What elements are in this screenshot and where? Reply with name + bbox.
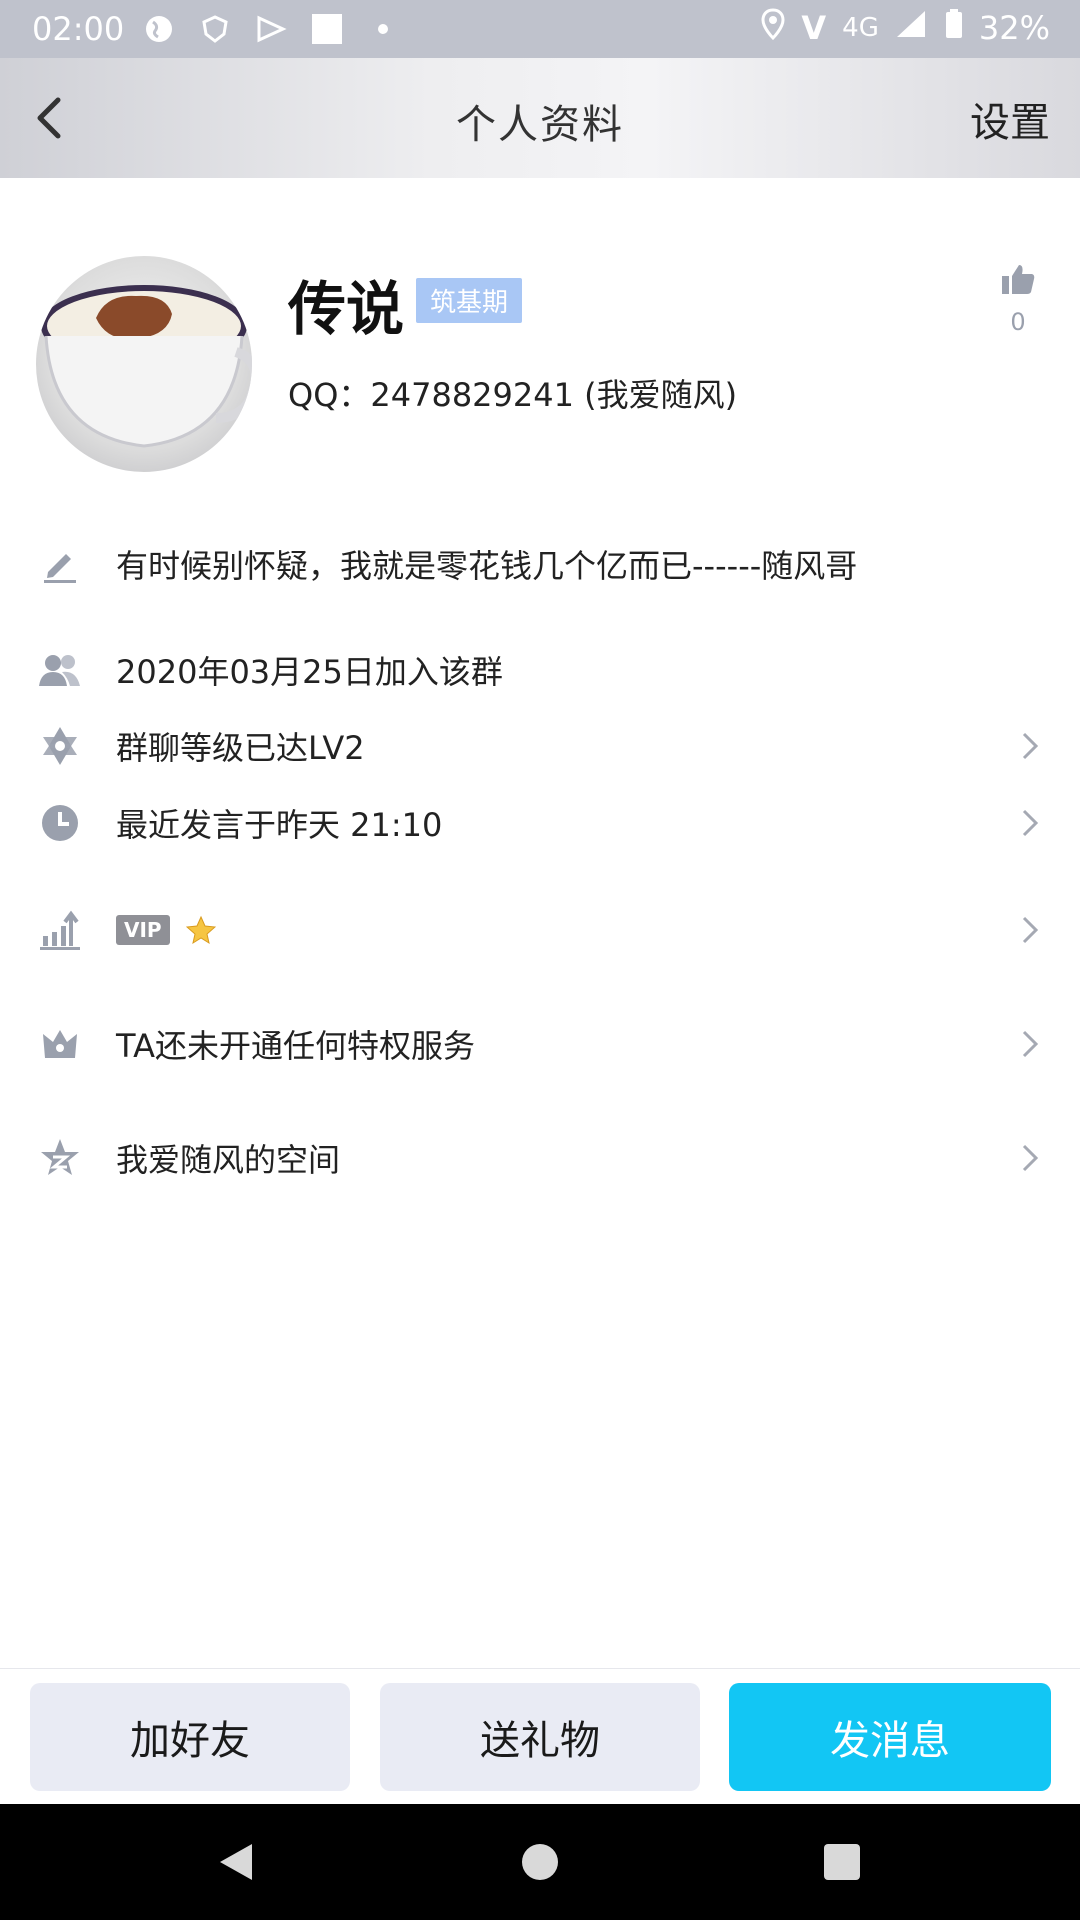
- group-level-row[interactable]: 群聊等级已达LV2: [0, 714, 1080, 778]
- send-message-button[interactable]: 发消息: [729, 1683, 1051, 1791]
- profile-name: 传说: [288, 275, 405, 343]
- signature-row: 有时候别怀疑，我就是零花钱几个亿而已------随风哥: [0, 532, 1080, 596]
- vip-tag: VIP: [116, 915, 170, 945]
- crown-icon: [38, 1022, 82, 1066]
- chevron-right-icon: [1022, 1030, 1039, 1058]
- joined-text: 2020年03月25日加入该群: [116, 653, 503, 691]
- clock-icon: [38, 801, 82, 845]
- add-friend-button[interactable]: 加好友: [30, 1683, 350, 1791]
- action-bar: 加好友 送礼物 发消息: [0, 1668, 1080, 1805]
- qzone-star-icon: [38, 1136, 82, 1180]
- avatar[interactable]: [36, 256, 252, 472]
- shield-icon: [198, 12, 232, 46]
- nav-recents-icon[interactable]: [820, 1840, 864, 1884]
- like-count: 0: [1010, 308, 1026, 336]
- battery-level: 32%: [978, 9, 1050, 47]
- avatar-coffee-cup-image: [41, 285, 252, 448]
- globe-icon: [142, 12, 176, 46]
- volte-icon: V: [801, 9, 827, 47]
- thumbs-up-icon: [1002, 265, 1035, 294]
- network-type: 4G: [842, 13, 879, 43]
- vip-badges: VIP: [116, 915, 216, 945]
- edit-icon: [38, 542, 82, 586]
- send-gift-button[interactable]: 送礼物: [380, 1683, 700, 1791]
- group-level-text: 群聊等级已达LV2: [116, 729, 365, 767]
- chevron-right-icon: [1022, 1144, 1039, 1172]
- page-title: 个人资料: [456, 102, 624, 148]
- last-speak-text: 最近发言于昨天 21:10: [116, 806, 443, 844]
- qq-number: QQ：2478829241 (我爱随风): [288, 376, 738, 414]
- battery-icon: [945, 9, 963, 47]
- header: 个人资料 设置: [0, 58, 1080, 178]
- growth-chart-icon: [38, 908, 82, 952]
- signature-text: 有时候别怀疑，我就是零花钱几个亿而已------随风哥: [116, 547, 858, 585]
- status-bar: 02:00 V 4G 32%: [0, 0, 1080, 58]
- system-nav-bar: [0, 1804, 1080, 1920]
- members-icon: [38, 648, 82, 692]
- privilege-row[interactable]: TA还未开通任何特权服务: [0, 1012, 1080, 1076]
- like-button[interactable]: 0: [996, 262, 1040, 336]
- nav-back-icon[interactable]: [214, 1840, 258, 1884]
- location-icon: [761, 8, 785, 48]
- status-icons-right: V 4G 32%: [761, 8, 1050, 48]
- level-badge[interactable]: 筑基期: [416, 278, 523, 323]
- play-icon: [254, 12, 288, 46]
- status-icons-left: [142, 12, 400, 46]
- status-time: 02:00: [32, 10, 125, 48]
- nav-home-icon[interactable]: [518, 1840, 562, 1884]
- chevron-right-icon: [1022, 916, 1039, 944]
- dot-icon: [366, 12, 400, 46]
- qzone-row[interactable]: 我爱随风的空间: [0, 1126, 1080, 1190]
- joined-row: 2020年03月25日加入该群: [0, 638, 1080, 702]
- star-of-david-icon: [38, 724, 82, 768]
- chevron-right-icon: [1022, 809, 1039, 837]
- privilege-text: TA还未开通任何特权服务: [116, 1027, 475, 1065]
- star-icon: [185, 915, 216, 945]
- vip-row[interactable]: VIP: [0, 898, 1080, 962]
- chevron-right-icon: [1022, 732, 1039, 760]
- square-icon: [310, 12, 344, 46]
- signal-icon: [895, 9, 929, 47]
- last-speak-row[interactable]: 最近发言于昨天 21:10: [0, 791, 1080, 855]
- settings-button[interactable]: 设置: [970, 90, 1050, 148]
- qzone-text: 我爱随风的空间: [116, 1141, 341, 1179]
